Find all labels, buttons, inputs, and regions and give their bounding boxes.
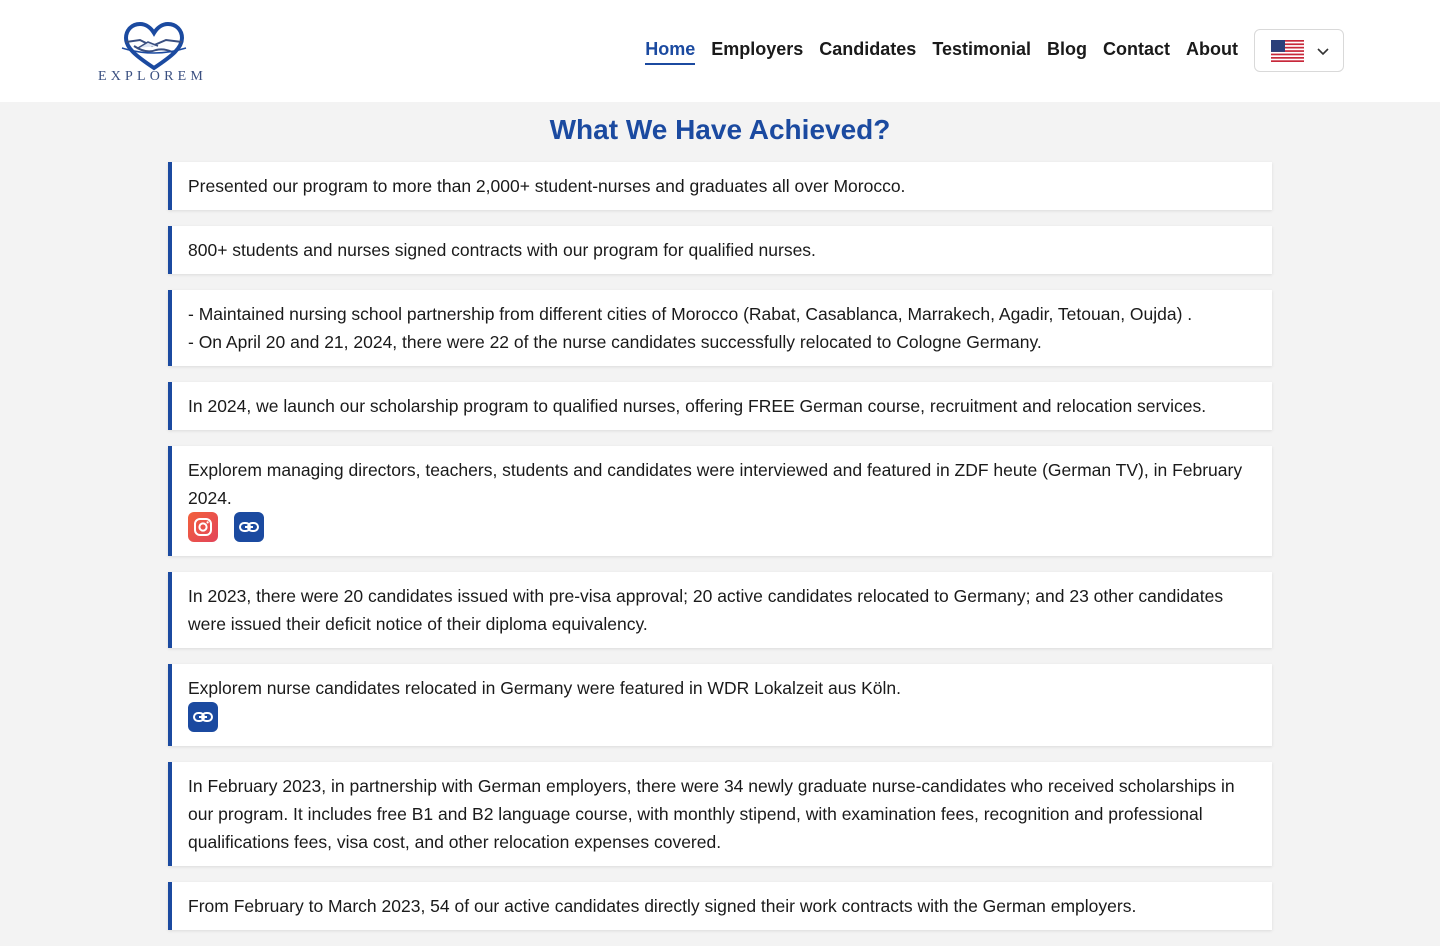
achievement-text: - Maintained nursing school partnership … xyxy=(188,304,1193,324)
achievement-text: Explorem nurse candidates relocated in G… xyxy=(188,678,901,698)
achievement-card: - Maintained nursing school partnership … xyxy=(168,290,1272,366)
us-flag-icon xyxy=(1271,39,1304,62)
achievement-text: 800+ students and nurses signed contract… xyxy=(188,240,816,260)
link-icon[interactable] xyxy=(234,512,264,542)
achievement-text: In 2024, we launch our scholarship progr… xyxy=(188,396,1207,416)
achievements-list: Presented our program to more than 2,000… xyxy=(168,162,1272,946)
section-title: What We Have Achieved? xyxy=(549,114,891,145)
achievement-text: In February 2023, in partnership with Ge… xyxy=(188,776,1235,852)
achievement-text: - On April 20 and 21, 2024, there were 2… xyxy=(188,332,1042,352)
site-header: EXPLOREM Home Employers Candidates Testi… xyxy=(0,0,1440,102)
achievement-card: Presented our program to more than 2,000… xyxy=(168,162,1272,210)
nav-item-contact[interactable]: Contact xyxy=(1103,38,1170,65)
achievement-text: From February to March 2023, 54 of our a… xyxy=(188,896,1137,916)
achievement-links xyxy=(188,512,1256,548)
link-icon[interactable] xyxy=(188,702,218,732)
achievement-card: Explorem managing directors, teachers, s… xyxy=(168,446,1272,556)
achievement-card: Explorem nurse candidates relocated in G… xyxy=(168,664,1272,746)
achievement-card: From February to March 2023, 54 of our a… xyxy=(168,882,1272,930)
nav-item-blog[interactable]: Blog xyxy=(1047,38,1087,65)
achievement-card: In 2023, there were 20 candidates issued… xyxy=(168,572,1272,648)
achievement-card: In February 2023, in partnership with Ge… xyxy=(168,762,1272,866)
nav-item-home[interactable]: Home xyxy=(645,38,696,65)
achievement-text: Presented our program to more than 2,000… xyxy=(188,176,906,196)
chevron-down-icon xyxy=(1317,47,1329,55)
achievement-text: In 2023, there were 20 candidates issued… xyxy=(188,586,1224,634)
nav-item-candidates[interactable]: Candidates xyxy=(819,38,916,65)
main-nav: Home Employers Candidates Testimonial Bl… xyxy=(645,38,1238,65)
language-selector[interactable] xyxy=(1254,29,1344,72)
achievement-card: 800+ students and nurses signed contract… xyxy=(168,226,1272,274)
achievement-card: In 2024, we launch our scholarship progr… xyxy=(168,382,1272,430)
logo-text: EXPLOREM xyxy=(98,69,208,84)
achievement-links xyxy=(188,702,1256,738)
nav-item-employers[interactable]: Employers xyxy=(711,38,803,65)
achievement-text: Explorem managing directors, teachers, s… xyxy=(188,460,1243,508)
nav-item-testimonial[interactable]: Testimonial xyxy=(932,38,1031,65)
nav-item-about[interactable]: About xyxy=(1186,38,1238,65)
instagram-icon[interactable] xyxy=(188,512,218,542)
